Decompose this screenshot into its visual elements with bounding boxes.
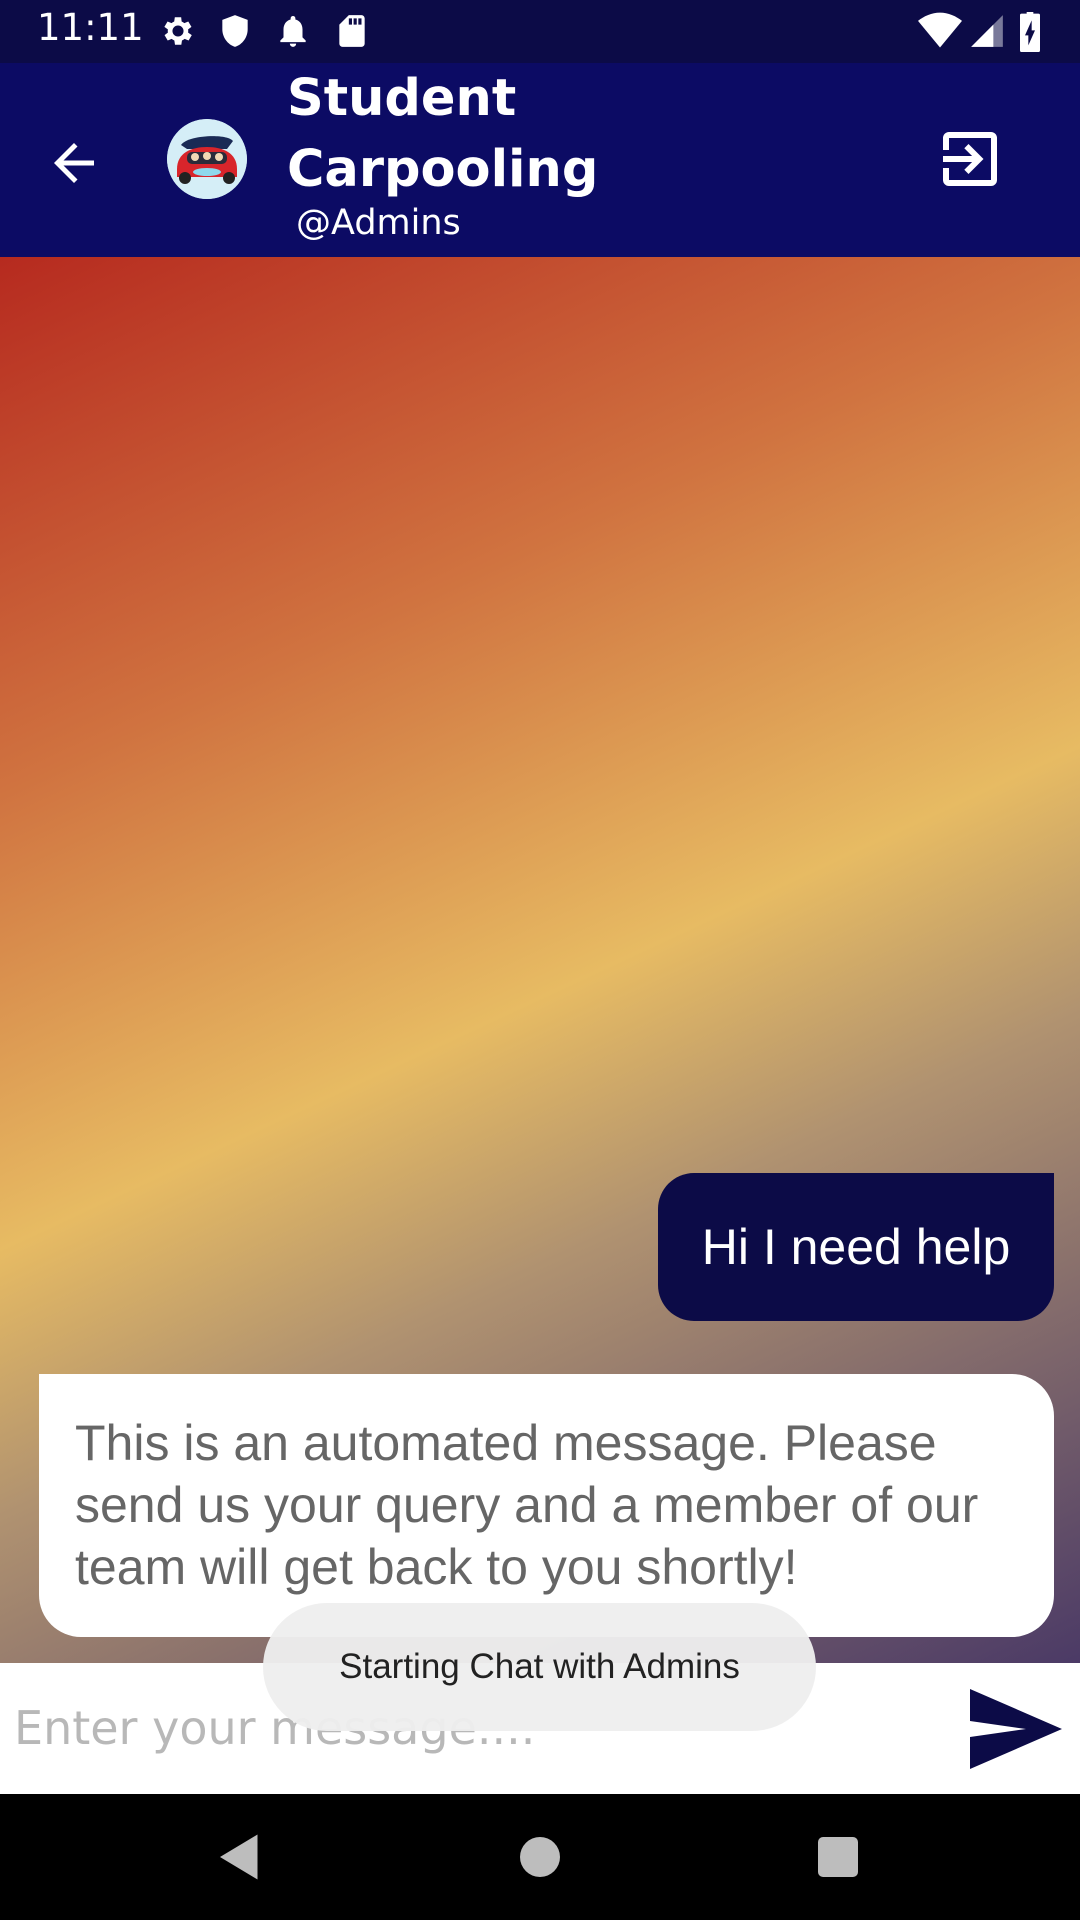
status-bar: 11:11	[0, 0, 1080, 63]
home-circle-icon	[520, 1837, 560, 1877]
nav-home-button[interactable]	[510, 1827, 570, 1887]
exit-icon	[943, 132, 997, 186]
toast-text: Starting Chat with Admins	[339, 1647, 740, 1686]
message-text: This is an automated message. Please sen…	[75, 1415, 979, 1595]
avatar	[167, 119, 247, 199]
back-button[interactable]	[44, 133, 104, 193]
cellular-signal-icon	[968, 12, 1006, 50]
chat-subtitle: @Admins	[296, 203, 461, 243]
chat-title: Student Carpooling	[287, 69, 599, 199]
back-triangle-icon	[220, 1834, 258, 1880]
notification-bell-icon	[274, 12, 312, 50]
toast-message: Starting Chat with Admins	[263, 1603, 816, 1731]
nav-recents-button[interactable]	[808, 1827, 868, 1887]
arrow-left-icon	[54, 143, 94, 183]
battery-charging-icon	[1016, 12, 1046, 52]
carpool-logo	[167, 119, 247, 199]
message-bubble-received: This is an automated message. Please sen…	[39, 1374, 1054, 1637]
message-bubble-sent: Hi I need help	[658, 1173, 1054, 1321]
settings-icon	[159, 12, 197, 50]
wifi-icon	[918, 12, 962, 50]
status-time: 11:11	[37, 6, 144, 49]
nav-back-button[interactable]	[210, 1827, 270, 1887]
exit-button[interactable]	[934, 123, 1006, 195]
app-bar: Student Carpooling @Admins	[0, 63, 1080, 257]
message-text: Hi I need help	[701, 1219, 1011, 1275]
sd-card-icon	[333, 12, 371, 50]
system-nav-bar	[0, 1794, 1080, 1920]
send-icon	[970, 1689, 1062, 1769]
send-button[interactable]	[966, 1687, 1066, 1771]
recents-square-icon	[818, 1837, 858, 1877]
chat-message-list[interactable]: Hi I need help This is an automated mess…	[0, 257, 1080, 1663]
shield-icon	[216, 12, 254, 50]
